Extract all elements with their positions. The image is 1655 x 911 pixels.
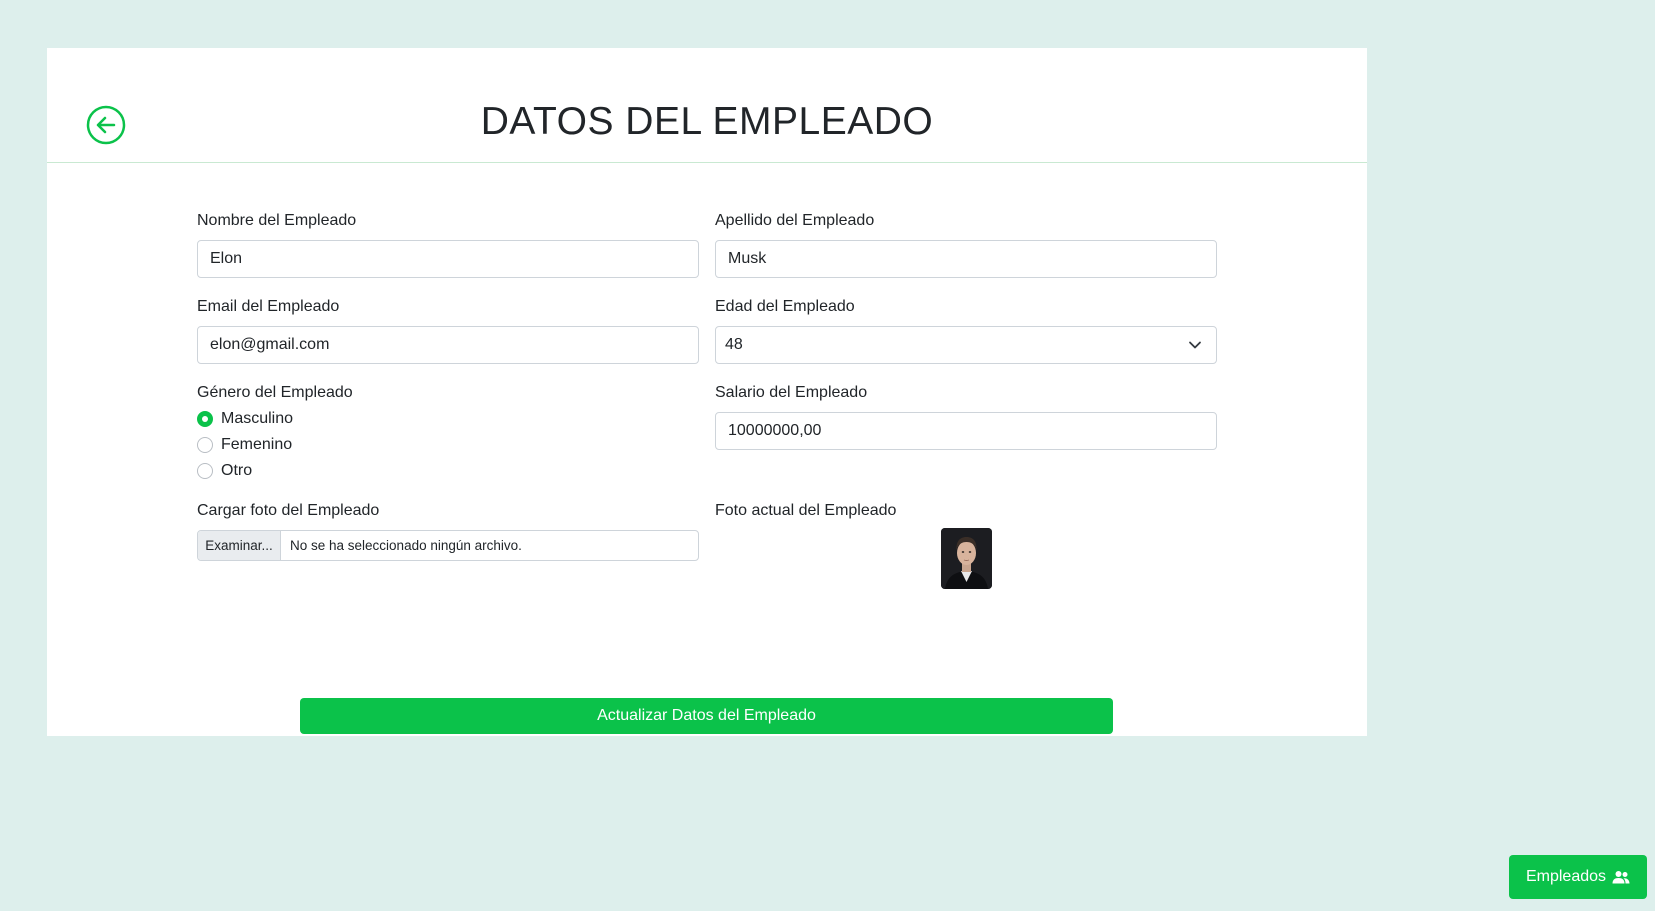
- upload-photo-label: Cargar foto del Empleado: [197, 502, 380, 519]
- age-group: Edad del Empleado 48: [715, 296, 1217, 364]
- employees-button[interactable]: Empleados: [1509, 855, 1647, 899]
- last-name-label: Apellido del Empleado: [715, 212, 875, 229]
- radio-label: Otro: [221, 462, 253, 479]
- employee-photo: [941, 528, 992, 589]
- gender-radio-group: Masculino Femenino Otro: [197, 406, 699, 484]
- current-photo-label: Foto actual del Empleado: [715, 502, 897, 519]
- first-name-input[interactable]: Elon: [197, 240, 699, 278]
- gender-option-otro[interactable]: Otro: [197, 458, 699, 484]
- gender-group: Género del Empleado Masculino Femenino O…: [197, 382, 699, 484]
- email-label: Email del Empleado: [197, 298, 340, 315]
- radio-button[interactable]: [197, 463, 213, 479]
- age-select[interactable]: 48: [715, 326, 1217, 364]
- age-select-value: 48: [725, 336, 743, 353]
- card-header: DATOS DEL EMPLEADO: [47, 48, 1367, 163]
- photo-file-input[interactable]: Examinar... No se ha seleccionado ningún…: [197, 530, 699, 561]
- last-name-group: Apellido del Empleado Musk: [715, 210, 1217, 278]
- first-name-label: Nombre del Empleado: [197, 212, 357, 229]
- browse-button[interactable]: Examinar...: [198, 531, 281, 560]
- employee-portrait-image: [941, 528, 992, 589]
- radio-label: Femenino: [221, 436, 293, 453]
- radio-button[interactable]: [197, 411, 213, 427]
- update-employee-button[interactable]: Actualizar Datos del Empleado: [300, 698, 1113, 734]
- gender-option-masculino[interactable]: Masculino: [197, 406, 699, 432]
- first-name-group: Nombre del Empleado Elon: [197, 210, 699, 278]
- gender-option-femenino[interactable]: Femenino: [197, 432, 699, 458]
- employees-button-label: Empleados: [1525, 868, 1607, 885]
- current-photo-group: Foto actual del Empleado: [715, 500, 1217, 600]
- email-group: Email del Empleado elon@gmail.com: [197, 296, 699, 364]
- radio-button[interactable]: [197, 437, 213, 453]
- salary-label: Salario del Empleado: [715, 384, 868, 401]
- salary-input[interactable]: 10000000,00: [715, 412, 1217, 450]
- users-icon: [1612, 871, 1630, 884]
- age-label: Edad del Empleado: [715, 298, 855, 315]
- gender-label: Género del Empleado: [197, 384, 353, 401]
- page-title: DATOS DEL EMPLEADO: [480, 100, 934, 143]
- salary-group: Salario del Empleado 10000000,00: [715, 382, 1217, 450]
- last-name-input[interactable]: Musk: [715, 240, 1217, 278]
- radio-label: Masculino: [221, 410, 294, 427]
- upload-photo-group: Cargar foto del Empleado Examinar... No …: [197, 500, 699, 561]
- chevron-down-icon: [1189, 341, 1201, 349]
- email-input[interactable]: elon@gmail.com: [197, 326, 699, 364]
- employee-card: DATOS DEL EMPLEADO Nombre del Empleado E…: [47, 48, 1367, 736]
- file-status-text: No se ha seleccionado ningún archivo.: [290, 538, 522, 553]
